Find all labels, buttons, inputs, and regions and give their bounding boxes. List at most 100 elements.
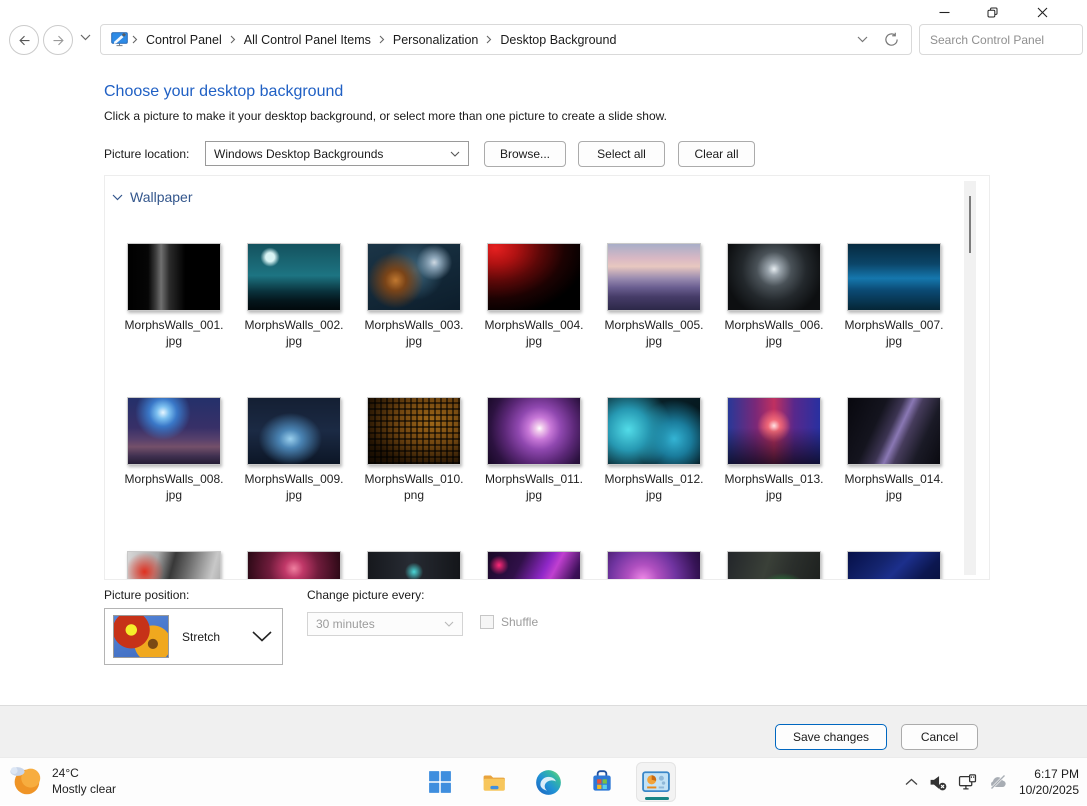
wallpaper-item[interactable]: MorphsWalls_006. jpg (725, 243, 823, 349)
wallpaper-thumbnail[interactable] (247, 243, 341, 311)
picture-location-value: Windows Desktop Backgrounds (214, 146, 384, 161)
wallpaper-thumbnail[interactable] (367, 551, 461, 579)
wallpaper-thumbnail[interactable] (847, 243, 941, 311)
clear-all-button[interactable]: Clear all (678, 141, 755, 167)
save-changes-button[interactable]: Save changes (775, 724, 887, 750)
chevron-down-icon (444, 621, 454, 627)
page-subtitle: Click a picture to make it your desktop … (104, 109, 667, 123)
wallpaper-item[interactable]: MorphsWalls_008. jpg (125, 397, 223, 503)
wallpaper-thumbnail[interactable] (607, 551, 701, 579)
wallpaper-thumbnail[interactable] (607, 397, 701, 465)
wallpaper-item[interactable]: MorphsWalls_004. jpg (485, 243, 583, 349)
wallpaper-thumbnail[interactable] (487, 397, 581, 465)
onedrive-paused-icon[interactable] (988, 774, 1008, 790)
tray-expand-button[interactable] (905, 778, 918, 786)
wallpaper-item[interactable]: MorphsWalls_009. jpg (245, 397, 343, 503)
wallpaper-item[interactable]: MorphsWalls_010. png (365, 397, 463, 503)
wallpaper-item[interactable]: MorphsWalls_013. jpg (725, 397, 823, 503)
wallpaper-item[interactable] (367, 551, 461, 579)
breadcrumb-item-personalization[interactable]: Personalization (389, 33, 482, 47)
recent-locations-button[interactable] (80, 34, 91, 41)
wallpaper-item[interactable]: MorphsWalls_005. jpg (605, 243, 703, 349)
wallpaper-thumbnail[interactable] (727, 551, 821, 579)
wallpaper-thumbnail[interactable] (847, 551, 941, 579)
wallpaper-filename: MorphsWalls_010. png (364, 472, 464, 502)
search-box[interactable] (919, 24, 1087, 55)
network-icon[interactable] (958, 773, 977, 791)
weather-condition: Mostly clear (52, 782, 117, 796)
weather-widget[interactable]: 24°C Mostly clear (8, 763, 116, 799)
wallpaper-item[interactable]: MorphsWalls_003. jpg (365, 243, 463, 349)
cancel-button[interactable]: Cancel (901, 724, 978, 750)
picture-location-select[interactable]: Windows Desktop Backgrounds (205, 141, 469, 166)
address-dropdown-button[interactable] (857, 36, 868, 43)
wallpaper-thumbnail[interactable] (727, 243, 821, 311)
taskbar-clock[interactable]: 6:17 PM 10/20/2025 (1019, 766, 1079, 798)
chevron-down-icon (80, 34, 91, 41)
wallpaper-item[interactable]: MorphsWalls_007. jpg (845, 243, 943, 349)
wallpaper-filename: MorphsWalls_009. jpg (244, 472, 344, 502)
wallpaper-thumbnail[interactable] (847, 397, 941, 465)
clock-time: 6:17 PM (1034, 767, 1079, 781)
shuffle-control: Shuffle (480, 615, 538, 629)
search-input[interactable] (920, 31, 1087, 48)
wallpaper-thumbnail[interactable] (727, 397, 821, 465)
picture-position-select[interactable]: Stretch (104, 608, 283, 665)
wallpaper-thumbnail[interactable] (607, 243, 701, 311)
store-icon (589, 769, 615, 795)
forward-button[interactable] (43, 25, 73, 55)
wallpaper-thumbnail[interactable] (127, 243, 221, 311)
close-button[interactable] (1019, 2, 1065, 22)
wallpaper-item[interactable]: MorphsWalls_001. jpg (125, 243, 223, 349)
start-button[interactable] (420, 762, 460, 802)
breadcrumb-item-control-panel[interactable]: Control Panel (142, 33, 226, 47)
wallpaper-filename: MorphsWalls_006. jpg (724, 318, 824, 348)
wallpaper-thumbnail[interactable] (367, 243, 461, 311)
wallpaper-thumbnail[interactable] (247, 397, 341, 465)
wallpaper-group-header[interactable]: Wallpaper (105, 176, 989, 207)
footer-bar: Save changes Cancel (0, 705, 1087, 757)
chevron-down-icon (112, 194, 123, 201)
wallpaper-filename: MorphsWalls_004. jpg (484, 318, 584, 348)
weather-temp: 24°C (52, 766, 79, 780)
wallpaper-item[interactable]: MorphsWalls_014. jpg (845, 397, 943, 503)
edge-icon (535, 769, 562, 796)
file-explorer-button[interactable] (474, 762, 514, 802)
address-bar[interactable]: Control Panel All Control Panel Items Pe… (100, 24, 912, 55)
refresh-button[interactable] (884, 32, 899, 47)
wallpaper-item[interactable] (247, 551, 341, 579)
scrollbar-thumb[interactable] (969, 196, 971, 253)
scrollbar-track[interactable] (964, 181, 976, 575)
control-panel-icon (642, 770, 670, 794)
wallpaper-item[interactable]: MorphsWalls_011. jpg (485, 397, 583, 503)
clock-date: 10/20/2025 (1018, 783, 1079, 797)
wallpaper-thumbnail[interactable] (487, 551, 581, 579)
wallpaper-item[interactable]: MorphsWalls_002. jpg (245, 243, 343, 349)
wallpaper-item[interactable] (607, 551, 701, 579)
wallpaper-thumbnail[interactable] (367, 397, 461, 465)
wallpaper-thumbnail[interactable] (127, 397, 221, 465)
wallpaper-item[interactable] (847, 551, 941, 579)
title-bar (0, 0, 1087, 22)
wallpaper-thumbnail[interactable] (127, 551, 221, 579)
breadcrumb-item-desktop-background[interactable]: Desktop Background (496, 33, 620, 47)
wallpaper-item[interactable]: MorphsWalls_012. jpg (605, 397, 703, 503)
maximize-button[interactable] (969, 2, 1015, 22)
volume-muted-icon[interactable] (929, 774, 947, 791)
wallpaper-filename: MorphsWalls_008. jpg (124, 472, 224, 502)
wallpaper-thumbnail[interactable] (247, 551, 341, 579)
control-panel-app-button[interactable] (636, 762, 676, 802)
browse-button[interactable]: Browse... (484, 141, 566, 167)
change-picture-every-value: 30 minutes (316, 617, 375, 631)
change-picture-every-label: Change picture every: (307, 588, 425, 602)
wallpaper-item[interactable] (727, 551, 821, 579)
wallpaper-thumbnail[interactable] (487, 243, 581, 311)
select-all-button[interactable]: Select all (578, 141, 665, 167)
back-button[interactable] (9, 25, 39, 55)
edge-button[interactable] (528, 762, 568, 802)
minimize-button[interactable] (921, 2, 967, 22)
wallpaper-item[interactable] (487, 551, 581, 579)
wallpaper-item[interactable] (127, 551, 221, 579)
breadcrumb-item-all-items[interactable]: All Control Panel Items (240, 33, 375, 47)
store-button[interactable] (582, 762, 622, 802)
